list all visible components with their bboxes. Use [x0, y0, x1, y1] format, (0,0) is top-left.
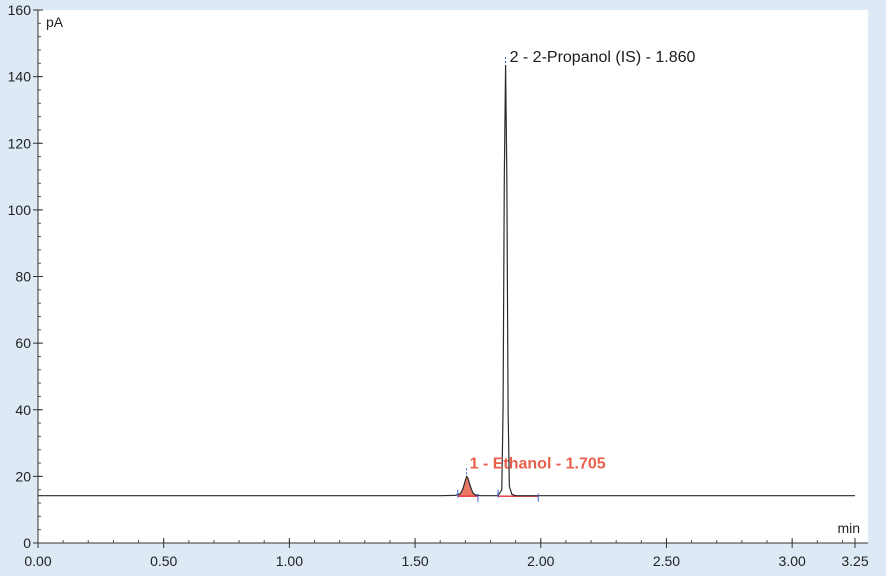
- plot-area-background: [38, 10, 868, 543]
- y-tick-label: 20: [15, 468, 31, 484]
- x-tick-label: 0.00: [24, 553, 51, 569]
- chromatogram-chart: 0 20 40 60 80 100 120 140 160 0.00 0.50 1.00 1.50 2.…: [0, 0, 886, 571]
- peak-label-propanol: 2 - 2-Propanol (IS) - 1.860: [510, 49, 696, 66]
- x-tick-label: 2.00: [527, 553, 554, 569]
- y-axis: 0 20 40 60 80 100 120 140 160: [8, 2, 43, 551]
- y-tick-label: 0: [23, 535, 31, 551]
- y-tick-label: 160: [8, 2, 32, 18]
- x-tick-label: 2.50: [653, 553, 680, 569]
- y-tick-label: 100: [8, 202, 32, 218]
- y-tick-label: 140: [8, 69, 32, 85]
- y-tick-label: 120: [8, 135, 32, 151]
- x-tick-label: 3.00: [779, 553, 806, 569]
- y-tick-label: 80: [15, 269, 31, 285]
- y-axis-unit-label: pA: [46, 14, 64, 30]
- y-tick-label: 60: [15, 335, 31, 351]
- x-axis-unit-label: min: [837, 520, 860, 536]
- x-tick-label: 1.50: [401, 553, 428, 569]
- x-tick-label: 0.50: [150, 553, 177, 569]
- chart-svg: 0 20 40 60 80 100 120 140 160 0.00 0.50 1.00 1.50 2.…: [8, 2, 869, 569]
- peak-label-ethanol: 1 - Ethanol - 1.705: [470, 455, 606, 472]
- x-tick-label: 1.00: [276, 553, 303, 569]
- y-tick-label: 40: [15, 402, 31, 418]
- x-axis: 0.00 0.50 1.00 1.50 2.00 2.50 3.00 3.25: [24, 538, 869, 569]
- x-tick-label: 3.25: [841, 553, 868, 569]
